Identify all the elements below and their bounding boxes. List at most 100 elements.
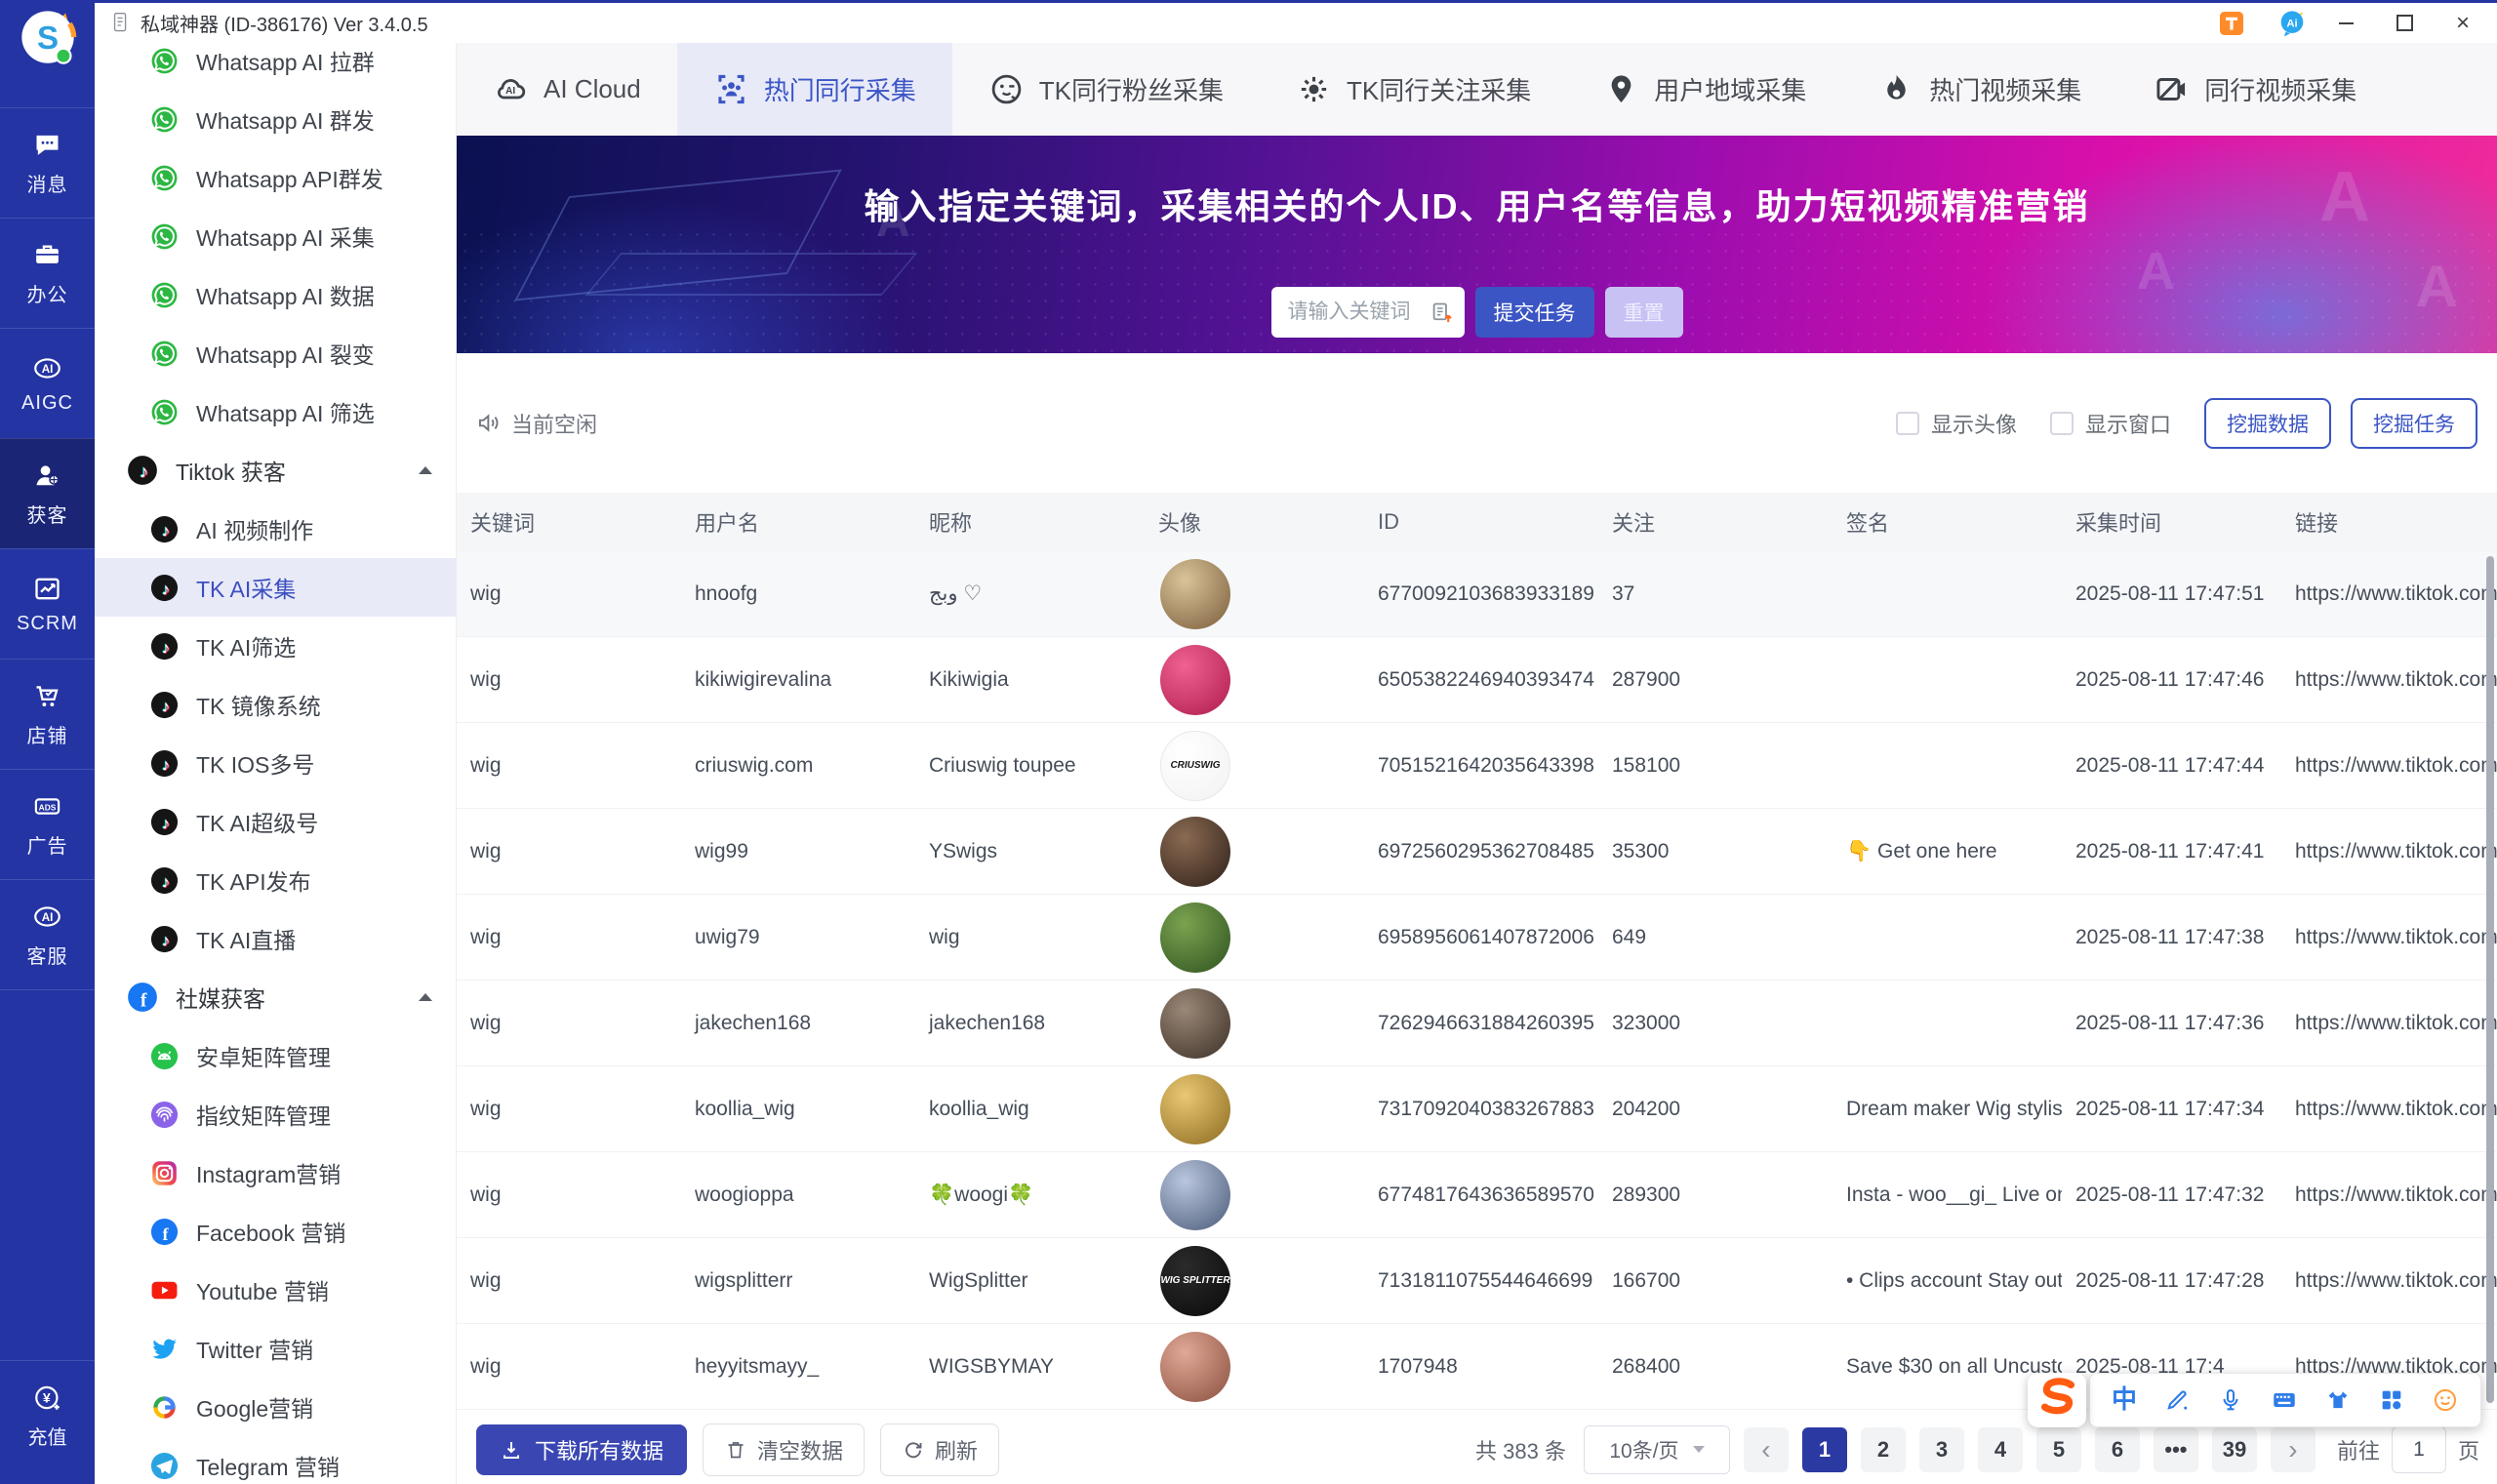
collapse-caret-icon[interactable] (419, 993, 432, 1001)
sidebar-item-office[interactable]: 办公 (0, 218, 95, 328)
collapse-caret-icon[interactable] (419, 466, 432, 474)
cell-avatar: CRIUSWIG (1145, 730, 1364, 801)
menu-item-wa-data[interactable]: Whatsapp AI 数据 (95, 265, 456, 324)
goto-page-input[interactable] (2391, 1425, 2446, 1473)
prev-page-button[interactable]: ‹ (1743, 1426, 1789, 1472)
chinese-mode-icon[interactable]: 中 (2112, 1386, 2137, 1414)
page-button-1[interactable]: 1 (1801, 1426, 1847, 1472)
maximize-button[interactable] (2394, 13, 2415, 34)
menu-item-tk-api-publish[interactable]: ♪ ♪ ♪ TK API发布 (95, 851, 456, 909)
emoji-icon[interactable] (2432, 1386, 2459, 1414)
sidebar-item-scrm[interactable]: SCRM (0, 548, 95, 659)
cell-link: https://www.tiktok.com/... (2295, 582, 2497, 605)
menu-item-instagram-marketing[interactable]: Instagram营销 (95, 1143, 456, 1202)
page-button-4[interactable]: 4 (1977, 1426, 2023, 1472)
table-row[interactable]: wig jakechen168 jakechen168 726294663188426… (457, 981, 2497, 1066)
menu-item-tiktok-acquisition[interactable]: ♪ ♪ ♪ Tiktok 获客 (95, 441, 456, 500)
page-button-5[interactable]: 5 (2035, 1426, 2081, 1472)
mine-data-button[interactable]: 挖掘数据 (2204, 397, 2331, 449)
menu-item-google-marketing[interactable]: Google营销 (95, 1378, 456, 1436)
cell-id: 6774817643636589570 (1378, 1183, 1594, 1206)
page-button-39[interactable]: 39 (2211, 1426, 2257, 1472)
sidebar-item-label: 客服 (26, 945, 68, 968)
menu-item-tk-ai-filter[interactable]: ♪ ♪ ♪ TK AI筛选 (95, 617, 456, 675)
menu-item-tk-ai-live[interactable]: ♪ ♪ ♪ TK AI直播 (95, 909, 456, 968)
submit-task-button[interactable]: 提交任务 (1474, 287, 1594, 338)
table-row[interactable]: wig uwig79 wig 6958956061407872006 649 2025-0… (457, 895, 2497, 981)
page-button-6[interactable]: 6 (2094, 1426, 2140, 1472)
page-size-select[interactable]: 10条/页 (1583, 1424, 1730, 1474)
mine-task-button[interactable]: 挖掘任务 (2351, 397, 2477, 449)
sidebar-item-shop[interactable]: 店铺 (0, 659, 95, 769)
tab-hot-video-collect[interactable]: 热门视频采集 (1842, 43, 2117, 136)
keyword-input[interactable] (1285, 300, 1417, 325)
menu-item-tk-ai-collect[interactable]: ♪ ♪ ♪ TK AI采集 (95, 558, 456, 617)
menu-item-youtube-marketing[interactable]: Youtube 营销 (95, 1261, 456, 1319)
table-row[interactable]: wig criuswig.com Criuswig toupee CRIUSWIG 70… (457, 723, 2497, 809)
refresh-button[interactable]: 刷新 (880, 1423, 1000, 1476)
menu-item-wa-mass-send[interactable]: Whatsapp AI 群发 (95, 90, 456, 148)
clear-data-button[interactable]: 清空数据 (703, 1423, 866, 1476)
menu-item-social-acquisition[interactable]: f 社媒获客 (95, 968, 456, 1026)
menu-item-telegram-marketing[interactable]: Telegram 营销 (95, 1436, 456, 1484)
sogou-logo-icon[interactable] (2027, 1372, 2087, 1428)
sidebar-item-service[interactable]: AI 客服 (0, 879, 95, 990)
tray-ai-assistant-icon[interactable]: Ai (2276, 8, 2308, 39)
column-header: 链接 (2295, 511, 2339, 536)
table-row[interactable]: wig wigsplitterr WigSplitter WIG SPLITTER 71… (457, 1238, 2497, 1324)
skin-icon[interactable] (2324, 1386, 2352, 1414)
svg-text:AI: AI (42, 363, 54, 376)
menu-item-wa-pull-group[interactable]: Whatsapp AI 拉群 (95, 43, 456, 90)
menu-item-wa-api-send[interactable]: Whatsapp API群发 (95, 148, 456, 207)
sidebar-item-acquisition[interactable]: 获客 (0, 438, 95, 548)
table-row[interactable]: wig koollia_wig koollia_wig 731709204038326… (457, 1066, 2497, 1152)
download-all-button[interactable]: 下载所有数据 (476, 1424, 688, 1475)
menu-item-tk-ai-super[interactable]: ♪ ♪ ♪ TK AI超级号 (95, 792, 456, 851)
menu-item-tk-mirror-system[interactable]: ♪ ♪ ♪ TK 镜像系统 (95, 675, 456, 734)
table-row[interactable]: wig kikiwigirevalina Kikiwigia 650538224694… (457, 637, 2497, 723)
menu-item-wa-collect[interactable]: Whatsapp AI 采集 (95, 207, 456, 265)
cell-avatar (1145, 1331, 1364, 1402)
sidebar-item-ads[interactable]: ADS 广告 (0, 769, 95, 879)
avatar (1160, 1331, 1230, 1402)
page-button-2[interactable]: 2 (1860, 1426, 1906, 1472)
menu-item-android-matrix[interactable]: 安卓矩阵管理 (95, 1026, 456, 1085)
avatar (1160, 1159, 1230, 1230)
vertical-scrollbar[interactable] (2486, 556, 2494, 1403)
page-button-3[interactable]: 3 (1918, 1426, 1964, 1472)
toolbox-icon[interactable] (2378, 1386, 2405, 1414)
menu-item-twitter-marketing[interactable]: Twitter 营销 (95, 1319, 456, 1378)
menu-item-tk-ios-multi[interactable]: ♪ ♪ ♪ TK IOS多号 (95, 734, 456, 792)
tab-tk-peer-follow-collect[interactable]: TK同行关注采集 (1260, 43, 1567, 136)
goto-page: 前往 页 (2337, 1425, 2479, 1473)
menu-item-ai-video-create[interactable]: ♪ ♪ ♪ AI 视频制作 (95, 500, 456, 558)
table-row[interactable]: wig hnoofg وبج ♡ 6770092103683933189 37 2025-… (457, 551, 2497, 637)
sidebar-item-recharge[interactable]: ¥ 充值 (0, 1360, 95, 1470)
menu-item-facebook-marketing[interactable]: f Facebook 营销 (95, 1202, 456, 1261)
table-row[interactable]: wig wig99 YSwigs 6972560295362708485 35300 👇 … (457, 809, 2497, 895)
cell-follow-count: 649 (1612, 925, 1647, 948)
keyboard-icon[interactable] (2271, 1386, 2298, 1414)
menu-item-fingerprint-matrix[interactable]: 指纹矩阵管理 (95, 1085, 456, 1143)
sidebar-item-aigc[interactable]: AI AIGC (0, 328, 95, 438)
tab-tk-peer-fans-collect[interactable]: TK同行粉丝采集 (952, 43, 1260, 136)
menu-item-wa-fission[interactable]: Whatsapp AI 裂变 (95, 324, 456, 382)
tab-user-region-collect[interactable]: 用户地域采集 (1567, 43, 1842, 136)
pen-icon[interactable] (2163, 1386, 2191, 1414)
tab-peer-video-collect[interactable]: 同行视频采集 (2117, 43, 2393, 136)
paste-keywords-icon[interactable] (1429, 300, 1455, 326)
table-row[interactable]: wig woogioppa 🍀woogi🍀 6774817643636589570 28… (457, 1152, 2497, 1238)
minimize-button[interactable] (2335, 13, 2356, 34)
checkbox-label: 显示头像 (1930, 412, 2017, 437)
tab-ai-cloud[interactable]: AI AI Cloud (457, 43, 677, 136)
reset-button[interactable]: 重置 (1604, 287, 1683, 338)
show-avatar-checkbox[interactable]: 显示头像 (1895, 408, 2017, 439)
show-window-checkbox[interactable]: 显示窗口 (2049, 408, 2171, 439)
sidebar-item-messages[interactable]: 消息 (0, 107, 95, 218)
close-button[interactable]: × (2452, 11, 2474, 34)
mic-icon[interactable] (2217, 1386, 2244, 1414)
tray-tool-badge-icon[interactable] (2216, 8, 2247, 39)
menu-item-wa-filter[interactable]: Whatsapp AI 筛选 (95, 382, 456, 441)
next-page-button[interactable]: › (2270, 1426, 2316, 1472)
tab-hot-peer-collect[interactable]: 热门同行采集 (676, 43, 952, 136)
